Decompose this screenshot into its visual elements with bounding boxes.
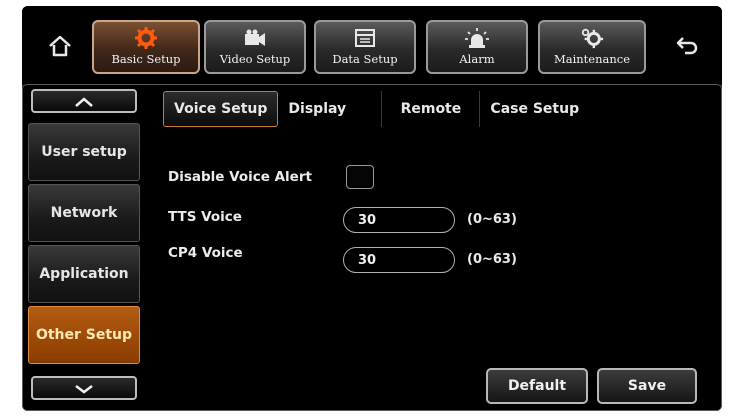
tab-display[interactable]: Display (278, 91, 383, 127)
sidebar-item-label: Network (50, 205, 118, 221)
sidebar-item-label: Application (39, 266, 129, 282)
tab-maintenance[interactable]: Maintenance (538, 20, 646, 74)
tts-voice-label: TTS Voice (168, 209, 242, 225)
cp4-voice-range: (0~63) (467, 252, 517, 267)
default-button[interactable]: Default (486, 368, 588, 404)
tab-voice-setup[interactable]: Voice Setup (163, 91, 279, 127)
dvr-setup-screen: Basic Setup Video Setup Data Setup Alarm… (22, 6, 722, 411)
disable-voice-alert-checkbox[interactable] (346, 165, 374, 189)
tab-video-setup[interactable]: Video Setup (204, 20, 306, 74)
cp4-voice-input[interactable] (343, 247, 455, 273)
sub-tab-bar: Voice Setup Display Remote Case Setup (163, 91, 589, 127)
save-button[interactable]: Save (597, 368, 697, 404)
scroll-up-button[interactable] (31, 89, 137, 113)
sidebar-item-user-setup[interactable]: User setup (28, 123, 140, 181)
tab-data-setup-label: Data Setup (332, 52, 398, 66)
alarm-light-icon (465, 27, 489, 49)
sidebar-item-network[interactable]: Network (28, 184, 140, 242)
scroll-down-button[interactable] (31, 376, 137, 400)
document-icon (353, 27, 377, 49)
tab-remote[interactable]: Remote (382, 91, 481, 127)
gears-icon (580, 27, 604, 49)
gear-icon (134, 27, 158, 49)
camera-icon (243, 27, 267, 49)
cp4-voice-label: CP4 Voice (168, 245, 243, 261)
tab-basic-setup[interactable]: Basic Setup (92, 20, 200, 74)
tab-alarm[interactable]: Alarm (426, 20, 528, 74)
sidebar-item-label: Other Setup (35, 327, 133, 343)
home-icon[interactable] (40, 28, 80, 64)
tab-case-setup[interactable]: Case Setup (480, 91, 589, 127)
settings-panel: User setup Network Application Other Set… (22, 84, 722, 411)
tts-voice-input[interactable] (343, 207, 455, 233)
sidebar-item-other-setup[interactable]: Other Setup (28, 306, 140, 364)
tts-voice-range: (0~63) (467, 212, 517, 227)
tab-maintenance-label: Maintenance (553, 52, 631, 66)
tab-alarm-label: Alarm (459, 52, 495, 66)
tab-video-setup-label: Video Setup (219, 52, 291, 66)
top-toolbar: Basic Setup Video Setup Data Setup Alarm… (22, 6, 722, 84)
chevron-down-icon (74, 379, 94, 398)
sidebar-item-application[interactable]: Application (28, 245, 140, 303)
back-arrow-icon[interactable] (668, 28, 708, 64)
chevron-up-icon (74, 92, 94, 111)
tab-data-setup[interactable]: Data Setup (314, 20, 416, 74)
tab-basic-setup-label: Basic Setup (111, 52, 181, 66)
disable-voice-alert-label: Disable Voice Alert (168, 169, 312, 185)
sidebar-item-label: User setup (41, 144, 127, 160)
